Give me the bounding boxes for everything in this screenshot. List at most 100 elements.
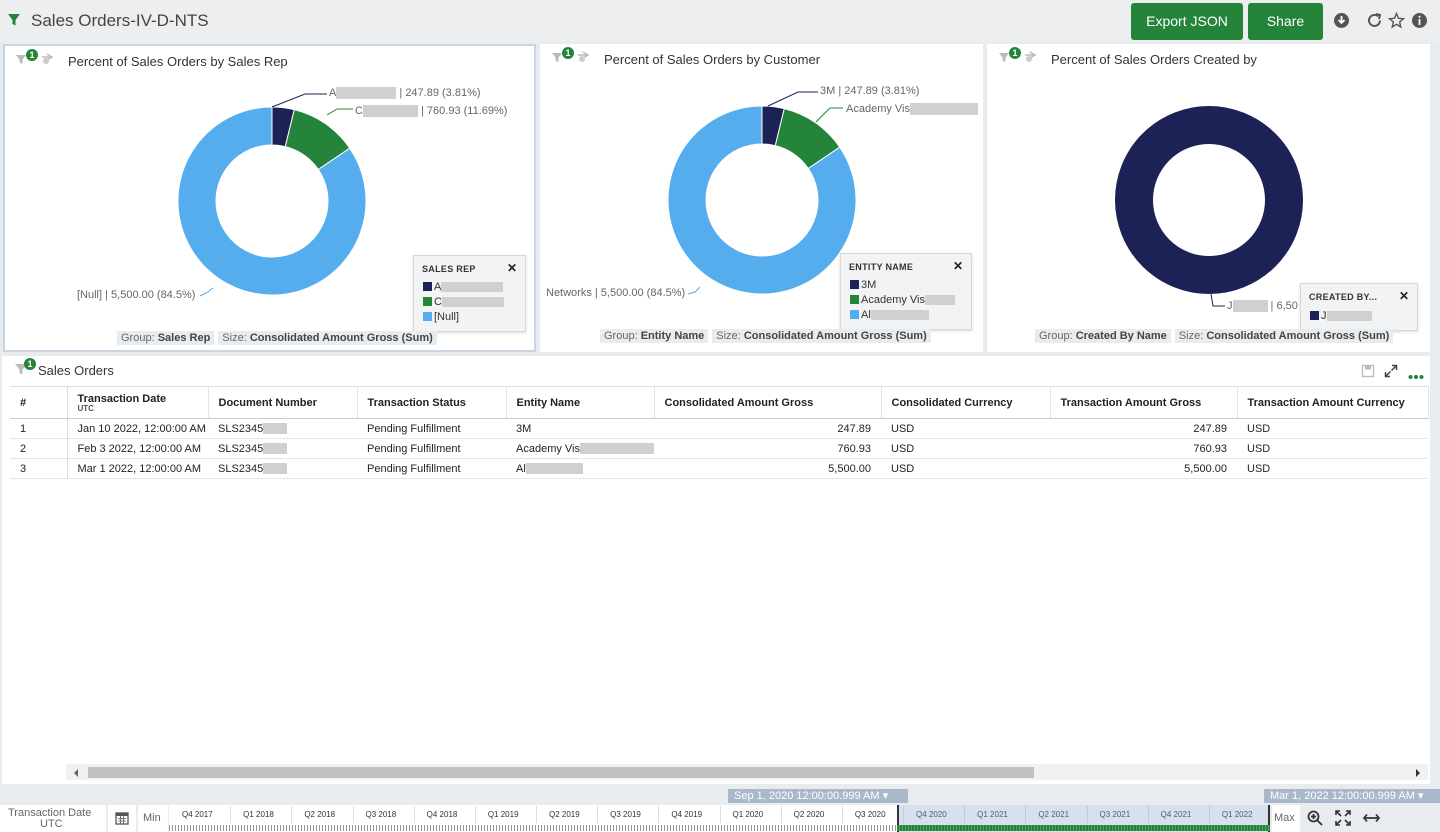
cell-index: 1	[10, 418, 68, 439]
cell-transaction-amount: 760.93	[1050, 438, 1237, 459]
callout-j: J | 6,50	[1227, 300, 1298, 313]
close-icon[interactable]: ✕	[507, 261, 517, 275]
timeline-field-sub: UTC	[40, 818, 63, 830]
timeline-bar: Sep 1, 2020 12:00:00.999 AM ▾ Mar 1, 202…	[0, 786, 1440, 832]
legend-sales-rep: SALES REP ✕ A C [Null]	[413, 255, 526, 332]
refresh-icon[interactable]	[1366, 12, 1383, 32]
legend-item[interactable]: 3M	[850, 279, 876, 291]
panel-footer: Group: Created By Name Size: Consolidated…	[1035, 329, 1397, 343]
legend-item[interactable]: C	[423, 296, 504, 308]
legend-created-by: CREATED BY... ✕ J	[1300, 283, 1418, 331]
quarter-label: Q3 2018	[365, 810, 397, 819]
share-button[interactable]: Share	[1248, 3, 1323, 40]
save-icon[interactable]	[1361, 364, 1375, 381]
legend-item[interactable]: J	[1310, 310, 1372, 322]
col-header-transaction-status[interactable]: Transaction Status	[357, 386, 507, 419]
scroll-left-icon[interactable]	[72, 767, 80, 781]
legend-item[interactable]: A	[423, 281, 504, 293]
cell-consolidated-amount: 5,500.00	[654, 458, 881, 479]
chart-panel-sales-rep[interactable]: 1 Percent of Sales Orders by Sales Rep A…	[3, 44, 536, 352]
close-icon[interactable]: ✕	[953, 259, 963, 273]
page-title: Sales Orders-IV-D-NTS	[31, 11, 209, 30]
legend-header: CREATED BY...	[1309, 292, 1378, 302]
col-header-transaction-date[interactable]: Transaction Date UTC	[67, 386, 209, 419]
legend-item[interactable]: Al	[850, 309, 929, 321]
end-date-tag[interactable]: Mar 1, 2022 12:00:00.999 AM ▾	[1264, 789, 1440, 803]
start-date-tag[interactable]: Sep 1, 2020 12:00:00.999 AM ▾	[728, 789, 908, 803]
quarter-divider	[536, 806, 537, 823]
scroll-right-icon[interactable]	[1414, 767, 1422, 781]
callout-null: [Null] | 5,500.00 (84.5%)	[77, 289, 196, 301]
col-header-transaction-amount-currency[interactable]: Transaction Amount Currency	[1237, 386, 1429, 419]
cell-consolidated-currency: USD	[881, 458, 1050, 479]
min-label: Min	[143, 812, 161, 824]
legend-entity-name: ENTITY NAME ✕ 3M Academy Vis Al	[840, 253, 972, 330]
col-header-consolidated-amount-gross[interactable]: Consolidated Amount Gross	[654, 386, 882, 419]
more-options-icon[interactable]	[1408, 369, 1424, 383]
quarter-divider	[841, 806, 843, 823]
legend-header: SALES REP	[422, 264, 476, 274]
legend-item[interactable]: Academy Vis	[850, 294, 955, 306]
max-button[interactable]: Max	[1272, 805, 1300, 832]
min-button[interactable]: Min	[138, 805, 168, 832]
cell-consolidated-currency: USD	[881, 438, 1050, 459]
quarter-divider	[780, 806, 782, 823]
filter-icon[interactable]	[7, 13, 21, 30]
quarter-label: Q4 2017	[182, 810, 213, 819]
pan-icon[interactable]	[1362, 812, 1381, 827]
chart-panel-created-by[interactable]: 1 Percent of Sales Orders Created by J |…	[987, 44, 1430, 352]
callout-3m: 3M | 247.89 (3.81%)	[820, 85, 920, 97]
legend-item[interactable]: [Null]	[423, 311, 459, 323]
quarter-label: Q1 2020	[732, 810, 764, 819]
callout-a: A | 247.89 (3.81%)	[329, 87, 481, 100]
scrollbar-thumb[interactable]	[88, 767, 1034, 778]
cell-consolidated-currency: USD	[881, 418, 1050, 439]
calendar-button[interactable]	[108, 805, 136, 832]
callout-networks: Networks | 5,500.00 (84.5%)	[546, 287, 686, 299]
quarter-label: Q2 2020	[793, 810, 825, 819]
col-header-entity-name[interactable]: Entity Name	[506, 386, 655, 419]
cell-transaction-amount: 5,500.00	[1050, 458, 1237, 479]
cell-status: Pending Fulfillment	[357, 458, 506, 479]
star-icon[interactable]	[1387, 11, 1406, 32]
quarter-divider	[291, 806, 293, 823]
quarter-label: Q2 2019	[549, 810, 580, 819]
grid-filter-badge[interactable]: 1	[14, 358, 36, 379]
table-row[interactable]: 2 Feb 3 2022, 12:00:00 AM SLS2345 Pendin…	[10, 438, 1428, 459]
download-icon[interactable]	[1333, 12, 1350, 32]
max-label: Max	[1274, 812, 1295, 824]
quarter-label: Q3 2020	[854, 810, 886, 819]
table-row[interactable]: 1 Jan 10 2022, 12:00:00 AM SLS2345 Pendi…	[10, 418, 1428, 439]
quarter-divider	[474, 806, 476, 823]
fit-icon[interactable]	[1335, 810, 1351, 829]
col-header-consolidated-currency[interactable]: Consolidated Currency	[881, 386, 1051, 419]
quarter-label: Q1 2018	[243, 810, 274, 819]
cell-document: SLS2345	[208, 458, 357, 479]
cell-entity: Academy Vis	[506, 438, 654, 459]
quarter-label: Q4 2018	[426, 810, 458, 819]
info-icon[interactable]	[1411, 12, 1428, 32]
cell-consolidated-amount: 247.89	[654, 418, 881, 439]
zoom-in-icon[interactable]	[1307, 810, 1323, 829]
table-row[interactable]: 3 Mar 1 2022, 12:00:00 AM SLS2345 Pendin…	[10, 458, 1428, 479]
quarter-label: Q2 2018	[304, 810, 336, 819]
col-header-document-number[interactable]: Document Number	[208, 386, 358, 419]
quarter-divider	[230, 806, 232, 823]
col-header-transaction-amount-gross[interactable]: Transaction Amount Gross	[1050, 386, 1238, 419]
expand-icon[interactable]	[1384, 364, 1398, 381]
cell-entity: 3M	[506, 418, 654, 439]
calendar-icon[interactable]	[115, 811, 129, 828]
cell-document: SLS2345	[208, 438, 357, 459]
cell-entity: Al	[506, 458, 654, 479]
callout-c: C | 760.93 (11.69%)	[355, 105, 508, 118]
export-json-button[interactable]: Export JSON	[1131, 3, 1243, 40]
close-icon[interactable]: ✕	[1399, 289, 1409, 303]
quarter-divider	[352, 806, 354, 823]
grid-title: Sales Orders	[38, 363, 114, 378]
quarter-label: Q1 2019	[487, 810, 519, 819]
quarter-divider	[413, 806, 415, 823]
col-header-index[interactable]: #	[10, 386, 68, 419]
selected-range-ticks	[897, 825, 1270, 831]
horizontal-scrollbar[interactable]	[66, 764, 1428, 780]
chart-panel-customer[interactable]: 1 Percent of Sales Orders by Customer 3M…	[540, 44, 983, 352]
